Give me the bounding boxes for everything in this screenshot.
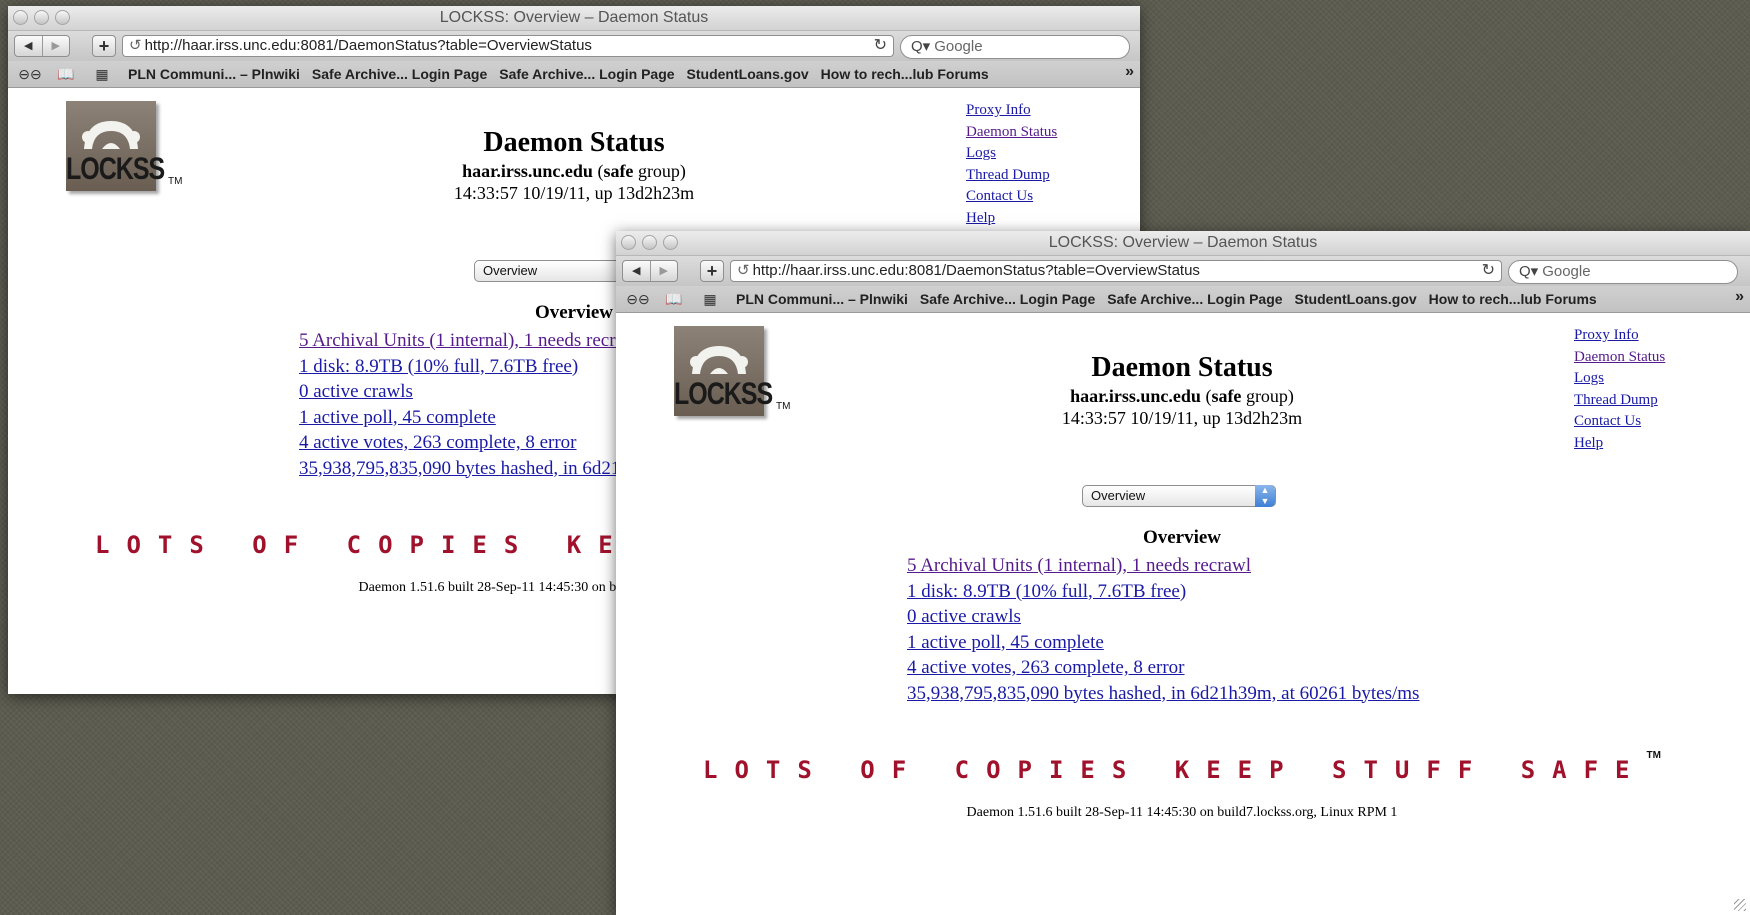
bookmark-item[interactable]: Safe Archive... Login Page [499,66,674,82]
bookmark-item[interactable]: PLN Communi... – Plnwiki [128,66,300,82]
table-select-value: Overview [483,263,538,278]
title-bar[interactable]: LOCKSS: Overview – Daemon Status [8,6,1140,31]
nav-link-daemon-status[interactable]: Daemon Status [966,122,1057,144]
title-bar[interactable]: LOCKSS: Overview – Daemon Status [616,231,1750,256]
nav-link-contact-us[interactable]: Contact Us [1574,411,1665,433]
nav-link-help[interactable]: Help [966,208,1057,230]
toolbar: ◀ ▶ + ↺ http://haar.irss.unc.edu:8081/Dae… [8,31,1140,61]
bookmark-item[interactable]: How to rech...lub Forums [1429,291,1597,307]
reading-glasses-icon[interactable]: ⊖⊖ [624,291,652,308]
votes-link[interactable]: 4 active votes, 263 complete, 8 error [907,655,1419,681]
more-bookmarks-icon[interactable]: » [1125,63,1134,81]
polls-link[interactable]: 1 active poll, 45 complete [907,630,1419,656]
window-title: LOCKSS: Overview – Daemon Status [439,9,709,26]
search-placeholder: Google [1542,263,1591,280]
overview-links: 5 Archival Units (1 internal), 1 needs r… [907,553,1419,706]
add-bookmark-button[interactable]: + [700,260,724,282]
address-bar[interactable]: ↺ http://haar.irss.unc.edu:8081/DaemonSta… [122,35,894,57]
resize-grip-icon[interactable] [1734,899,1746,911]
bookmark-item[interactable]: PLN Communi... – Plnwiki [736,291,908,307]
bookmarks-bar: ⊖⊖ 📖 ▦ PLN Communi... – Plnwiki Safe Arc… [8,61,1140,88]
search-field[interactable]: Q▾ Google [900,35,1130,59]
nav-link-help[interactable]: Help [1574,433,1665,455]
forward-icon[interactable]: ▶ [41,36,70,56]
page-content: LOCKSS TM Daemon Status haar.irss.unc.ed… [616,313,1750,913]
tagline-text: LOTS OF COPIES KEEP STUFF SAFE [703,756,1647,784]
minimize-window-button[interactable] [34,10,49,25]
nav-link-logs[interactable]: Logs [966,143,1057,165]
reload-icon[interactable]: ↻ [1482,261,1495,281]
crawls-link[interactable]: 0 active crawls [907,604,1419,630]
nav-link-contact-us[interactable]: Contact Us [966,186,1057,208]
search-field[interactable]: Q▾ Google [1508,260,1738,284]
bookmarks-bar: ⊖⊖ 📖 ▦ PLN Communi... – Plnwiki Safe Arc… [616,286,1750,313]
url-text: http://haar.irss.unc.edu:8081/DaemonStat… [144,37,592,54]
feed-icon: ↺ [129,37,142,54]
search-icon: Q▾ [911,38,931,55]
forward-icon[interactable]: ▶ [649,261,678,281]
add-bookmark-button[interactable]: + [92,35,116,57]
archival-units-link[interactable]: 5 Archival Units (1 internal), 1 needs r… [907,553,1419,579]
bookmark-item[interactable]: StudentLoans.gov [687,66,809,82]
disk-link[interactable]: 1 disk: 8.9TB (10% full, 7.6TB free) [907,579,1419,605]
back-icon[interactable]: ◀ [15,36,42,56]
back-forward-buttons: ◀ ▶ [622,260,678,282]
group-open: ( [1200,386,1212,406]
select-arrows-icon: ▲▼ [1255,485,1275,507]
tagline-tm: TM [1646,750,1661,761]
bytes-hashed-link[interactable]: 35,938,795,835,090 bytes hashed, in 6d21… [907,681,1419,707]
nav-link-thread-dump[interactable]: Thread Dump [966,165,1057,187]
host-name: haar.irss.unc.edu [1070,386,1201,406]
bookmark-item[interactable]: Safe Archive... Login Page [312,66,487,82]
window-controls [13,10,70,25]
reading-glasses-icon[interactable]: ⊖⊖ [16,66,44,83]
close-window-button[interactable] [621,235,636,250]
zoom-window-button[interactable] [663,235,678,250]
book-icon[interactable]: 📖 [660,291,688,308]
address-bar[interactable]: ↺ http://haar.irss.unc.edu:8081/DaemonSta… [730,260,1502,282]
minimize-window-button[interactable] [642,235,657,250]
nav-link-proxy-info[interactable]: Proxy Info [966,100,1057,122]
group-close: group) [633,161,686,181]
host-name: haar.irss.unc.edu [462,161,593,181]
reload-icon[interactable]: ↻ [874,36,887,56]
status-nav: Proxy Info Daemon Status Logs Thread Dum… [966,100,1057,229]
back-icon[interactable]: ◀ [623,261,650,281]
group-name: safe [1211,386,1242,406]
group-name: safe [603,161,634,181]
close-window-button[interactable] [13,10,28,25]
more-bookmarks-icon[interactable]: » [1735,288,1744,306]
table-select-value: Overview [1091,488,1146,503]
nav-link-proxy-info[interactable]: Proxy Info [1574,325,1665,347]
toolbar: ◀ ▶ + ↺ http://haar.irss.unc.edu:8081/Dae… [616,256,1750,286]
overview-heading: Overview [1142,527,1222,548]
search-placeholder: Google [934,38,983,55]
browser-window-front[interactable]: LOCKSS: Overview – Daemon Status ◀ ▶ + ↺… [616,231,1750,915]
build-footer: Daemon 1.51.6 built 28-Sep-11 14:45:30 o… [966,805,1398,820]
search-icon: Q▾ [1519,263,1539,280]
tagline: LOTS OF COPIES KEEP STUFF SAFETM [616,750,1748,784]
table-select[interactable]: Overview ▲▼ [1082,485,1276,507]
nav-link-logs[interactable]: Logs [1574,368,1665,390]
zoom-window-button[interactable] [55,10,70,25]
book-icon[interactable]: 📖 [52,66,80,83]
window-controls [621,235,678,250]
group-close: group) [1241,386,1294,406]
url-text: http://haar.irss.unc.edu:8081/DaemonStat… [752,262,1200,279]
bookmark-item[interactable]: How to rech...lub Forums [821,66,989,82]
group-open: ( [592,161,604,181]
bookmark-item[interactable]: Safe Archive... Login Page [920,291,1095,307]
back-forward-buttons: ◀ ▶ [14,35,70,57]
feed-icon: ↺ [737,262,750,279]
status-nav: Proxy Info Daemon Status Logs Thread Dum… [1574,325,1665,454]
bookmark-item[interactable]: StudentLoans.gov [1295,291,1417,307]
grid-icon[interactable]: ▦ [88,66,116,83]
nav-link-thread-dump[interactable]: Thread Dump [1574,390,1665,412]
bookmark-item[interactable]: Safe Archive... Login Page [1107,291,1282,307]
nav-link-daemon-status[interactable]: Daemon Status [1574,347,1665,369]
window-title: LOCKSS: Overview – Daemon Status [1048,234,1318,251]
grid-icon[interactable]: ▦ [696,291,724,308]
